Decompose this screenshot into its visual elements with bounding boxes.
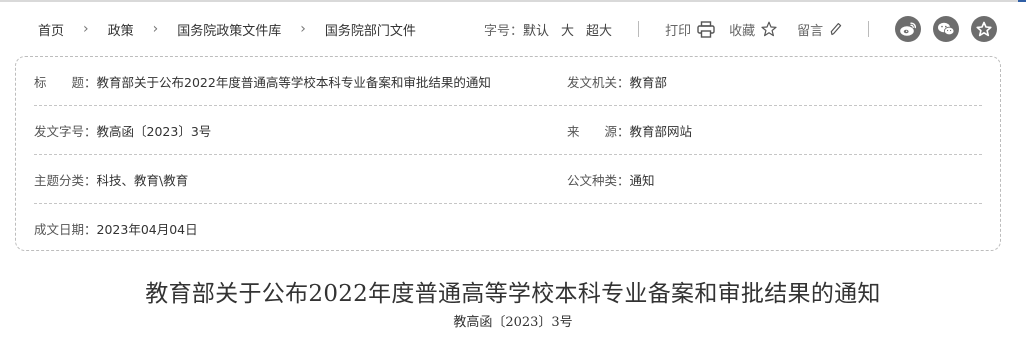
title-label: 标 题：	[34, 74, 97, 90]
font-size-large-button[interactable]: 大	[561, 20, 574, 39]
print-button[interactable]: 打印	[665, 20, 715, 39]
doctype-value: 通知	[629, 172, 655, 188]
breadcrumb-home[interactable]: 首页	[38, 20, 64, 39]
date-label: 成文日期：	[34, 221, 97, 237]
share-wechat-button[interactable]	[933, 16, 960, 42]
issuer-label: 发文机关：	[567, 74, 630, 90]
date-value: 2023年04月04日	[96, 221, 198, 237]
source-value: 教育部网站	[629, 123, 693, 139]
font-size-xlarge-button[interactable]: 超大	[586, 20, 612, 39]
comment-label: 留言	[797, 23, 824, 39]
breadcrumb-policy[interactable]: 政策	[108, 20, 134, 39]
info-row-title: 标 题： 教育部关于公布2022年度普通高等学校本科专业备案和审批结果的通知 发…	[34, 57, 982, 106]
document-number: 教高函〔2023〕3号	[453, 315, 573, 330]
breadcrumb-separator: ›	[152, 21, 159, 37]
toolbar-divider	[868, 21, 870, 37]
share-group	[895, 16, 998, 42]
pencil-icon	[830, 23, 842, 36]
breadcrumb-separator: ›	[300, 21, 306, 37]
document-title: 教育部关于公布2022年度普通高等学校本科专业备案和审批结果的通知	[145, 281, 881, 307]
breadcrumb: 首页 › 政策 › 国务院政策文件库 › 国务院部门文件	[38, 19, 416, 39]
docno-label: 发文字号：	[34, 123, 97, 139]
docno-value: 教高函〔2023〕3号	[96, 123, 212, 139]
source-label: 来 源：	[567, 123, 630, 139]
share-weibo-button[interactable]	[895, 16, 922, 42]
breadcrumb-separator: ›	[83, 21, 89, 37]
doctype-label: 公文种类：	[567, 172, 630, 188]
topic-value: 科技、教育\教育	[96, 172, 189, 188]
breadcrumb-department-documents[interactable]: 国务院部门文件	[325, 20, 416, 39]
article-toolbar: 字号： 默认 大 超大 打印 收藏 留言	[484, 16, 998, 42]
share-favorite-button[interactable]	[971, 16, 998, 42]
star-outline-icon	[761, 21, 777, 37]
top-border-accent	[1018, 0, 1026, 2]
info-row-docno: 发文字号： 教高函〔2023〕3号 来 源： 教育部网站	[34, 106, 982, 155]
star-icon	[976, 21, 992, 37]
comment-button[interactable]: 留言	[797, 20, 842, 39]
print-label: 打印	[665, 23, 692, 39]
favorite-label: 收藏	[729, 23, 756, 39]
issuer-value: 教育部	[629, 74, 668, 90]
document-info-box: 标 题： 教育部关于公布2022年度普通高等学校本科专业备案和审批结果的通知 发…	[15, 56, 1001, 251]
weibo-icon	[900, 22, 917, 36]
breadcrumb-state-council-library[interactable]: 国务院政策文件库	[177, 20, 281, 39]
printer-icon	[697, 20, 715, 38]
top-border	[0, 0, 1026, 2]
font-size-label: 字号：	[484, 23, 524, 39]
toolbar-divider	[638, 21, 640, 37]
wechat-icon	[938, 22, 955, 36]
favorite-button[interactable]: 收藏	[729, 20, 777, 39]
title-value: 教育部关于公布2022年度普通高等学校本科专业备案和审批结果的通知	[96, 74, 491, 90]
topic-label: 主题分类：	[34, 172, 97, 188]
info-row-topic: 主题分类： 科技、教育\教育 公文种类： 通知	[34, 155, 982, 204]
info-row-date: 成文日期： 2023年04月04日	[34, 204, 982, 253]
font-size-default-button[interactable]: 默认	[523, 20, 549, 39]
